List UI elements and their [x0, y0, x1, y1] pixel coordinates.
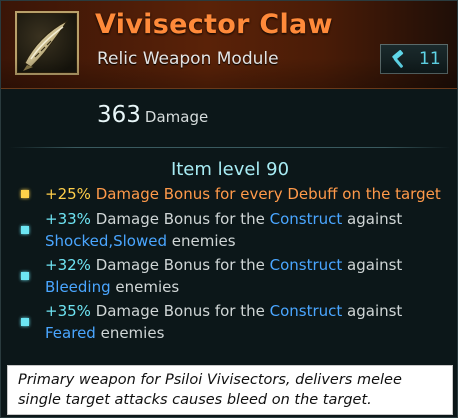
bonus-percent: +32%	[45, 256, 91, 274]
bonus-condition: Bleeding	[45, 278, 111, 296]
bonus-line: +35% Damage Bonus for the Construct agai…	[45, 300, 455, 344]
bonus-percent: +35%	[45, 302, 91, 320]
tech-level-value: 11	[419, 49, 441, 69]
bonus-bullet	[21, 226, 29, 234]
item-tooltip: Vivisector Claw Relic Weapon Module 11 3…	[0, 0, 458, 418]
bonus-text: against	[342, 256, 403, 274]
bonus-percent: +25%	[45, 185, 91, 203]
bonus-text: against	[342, 302, 403, 320]
item-type: Relic Weapon Module	[97, 49, 279, 69]
bonus-condition: Feared	[45, 324, 96, 342]
damage-stat: 363 Damage	[97, 102, 208, 128]
bonus-text: Damage Bonus for the	[90, 210, 270, 228]
item-description: Primary weapon for Psiloi Vivisectors, d…	[18, 372, 402, 408]
description-box: Primary weapon for Psiloi Vivisectors, d…	[7, 365, 453, 415]
bonus-percent: +33%	[45, 210, 91, 228]
hammer-icon	[392, 50, 404, 68]
tech-level-badge: 11	[380, 44, 448, 74]
divider	[9, 147, 451, 148]
construct-link[interactable]: Construct	[270, 210, 343, 228]
item-level: Item level 90	[170, 159, 290, 180]
damage-value: 363	[97, 102, 141, 128]
bonus-line: +32% Damage Bonus for the Construct agai…	[45, 254, 455, 298]
bonus-bullet	[21, 272, 29, 280]
tooltip-header: Vivisector Claw Relic Weapon Module 11	[1, 1, 457, 89]
bonus-text: against	[342, 210, 403, 228]
bonus-bullet	[21, 190, 29, 198]
bonus-condition: Shocked,Slowed	[45, 232, 168, 250]
bonus-bullet	[21, 318, 29, 326]
claw-weapon-icon	[15, 11, 79, 75]
bonus-text: Damage Bonus for every Debuff on the tar…	[90, 185, 441, 203]
bonus-text: Damage Bonus for the	[90, 302, 270, 320]
damage-label: Damage	[144, 108, 209, 126]
bonus-text: enemies	[95, 324, 165, 342]
bonus-line: +33% Damage Bonus for the Construct agai…	[45, 208, 455, 252]
bonus-text: enemies	[167, 232, 236, 250]
bonus-text: Damage Bonus for the	[90, 256, 270, 274]
construct-link[interactable]: Construct	[270, 302, 343, 320]
bonus-line: +25% Damage Bonus for every Debuff on th…	[45, 183, 455, 205]
bonus-text: enemies	[110, 278, 180, 296]
construct-link[interactable]: Construct	[270, 256, 343, 274]
item-name: Vivisector Claw	[95, 9, 333, 40]
